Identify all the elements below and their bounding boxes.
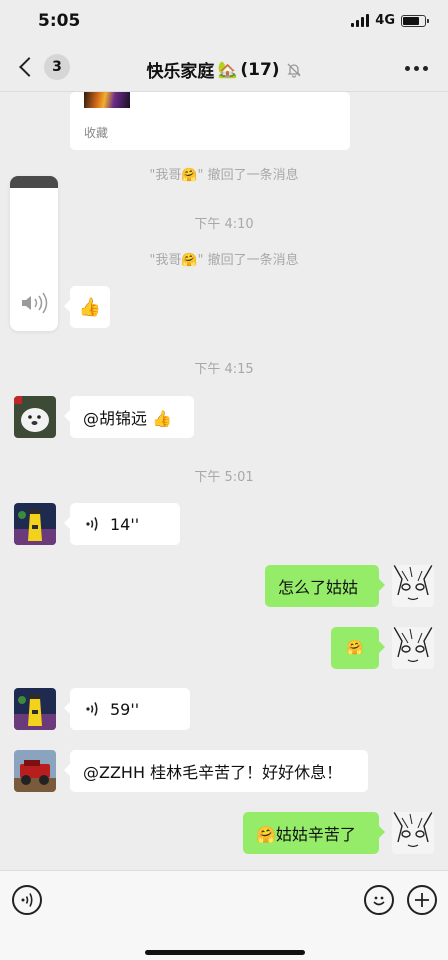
status-icons: 4G <box>351 13 429 28</box>
message-text: @ZZHH 桂林毛辛苦了！好好休息！ <box>83 763 343 782</box>
timestamp: 下午 5:01 <box>194 470 254 485</box>
manga-avatar-image <box>392 627 434 669</box>
dog-avatar-image <box>14 396 56 438</box>
manga-avatar-image <box>392 565 434 607</box>
self-avatar[interactable] <box>392 812 434 854</box>
voice-message-bubble[interactable]: 14'' <box>64 503 180 545</box>
emoji-button[interactable] <box>364 885 394 915</box>
message-bubble[interactable]: 👍 <box>64 286 110 328</box>
signal-icon <box>351 14 370 27</box>
self-avatar[interactable] <box>392 565 434 607</box>
avatar[interactable] <box>14 750 56 792</box>
network-type: 4G <box>375 13 395 28</box>
input-bar <box>0 870 448 960</box>
voice-duration: 59'' <box>110 699 140 719</box>
message-bubble[interactable]: @ZZHH 桂林毛辛苦了！好好休息！ <box>64 750 368 792</box>
favorite-card-message[interactable]: 收藏 <box>70 92 350 150</box>
message-bubble[interactable]: 🤗姑姑辛苦了 <box>243 812 385 854</box>
more-functions-button[interactable] <box>407 885 437 915</box>
manga-avatar-image <box>392 812 434 854</box>
voice-input-icon <box>21 893 33 907</box>
smiley-icon <box>373 896 385 906</box>
house-with-tree-icon: 🏡 <box>217 60 238 79</box>
voice-input-button[interactable] <box>12 885 42 915</box>
card-source-label: 收藏 <box>84 126 109 140</box>
battery-icon <box>401 14 429 27</box>
timestamp: 下午 4:10 <box>194 217 254 232</box>
voice-message-bubble[interactable]: 59'' <box>64 688 190 730</box>
recall-notice: "我哥🤗" 撤回了一条消息 <box>149 168 299 183</box>
voice-wave-icon <box>86 517 98 531</box>
voice-wave-icon <box>86 702 98 716</box>
message-bubble[interactable]: 怎么了姑姑 <box>265 565 385 607</box>
battery-level <box>403 16 419 25</box>
nav-bar: 3 快乐家庭 🏡 (17) <box>0 44 448 92</box>
jeep-avatar-image <box>14 750 56 792</box>
chat-title-text: 快乐家庭 <box>146 62 215 82</box>
avatar[interactable] <box>14 688 56 730</box>
voice-duration: 14'' <box>110 514 140 534</box>
lighthouse-avatar-image <box>14 688 56 730</box>
voice-panel-header <box>10 176 58 188</box>
home-indicator[interactable] <box>145 950 305 955</box>
hug-emoji: 🤗 <box>346 640 364 656</box>
bell-slash-icon <box>286 63 301 78</box>
avatar[interactable] <box>14 503 56 545</box>
ellipsis-icon <box>405 66 410 71</box>
thumbs-up-emoji: 👍 <box>78 296 102 318</box>
message-text: 🤗姑姑辛苦了 <box>256 825 356 844</box>
speaker-icon <box>22 292 48 314</box>
message-bubble[interactable]: 🤗 <box>331 627 385 669</box>
status-time: 5:05 <box>38 11 81 31</box>
lighthouse-avatar-image <box>14 503 56 545</box>
message-bubble[interactable]: @胡锦远 👍 <box>64 396 194 438</box>
member-count: (17) <box>240 59 280 80</box>
card-thumbnail <box>84 92 130 108</box>
message-text: 怎么了姑姑 <box>278 578 359 597</box>
voice-playback-panel[interactable] <box>10 176 58 331</box>
message-text: @胡锦远 👍 <box>83 409 173 428</box>
timestamp: 下午 4:15 <box>194 362 254 377</box>
plus-icon <box>415 893 429 907</box>
chat-title[interactable]: 快乐家庭 🏡 (17) <box>0 57 448 82</box>
message-list[interactable]: 收藏 "我哥🤗" 撤回了一条消息 下午 4:10 "我哥🤗" 撤回了一条消息 👍… <box>0 92 448 870</box>
self-avatar[interactable] <box>392 627 434 669</box>
status-bar: 5:05 4G <box>0 0 448 44</box>
recall-notice: "我哥🤗" 撤回了一条消息 <box>149 253 299 268</box>
more-button[interactable] <box>405 66 428 71</box>
avatar[interactable] <box>14 396 56 438</box>
